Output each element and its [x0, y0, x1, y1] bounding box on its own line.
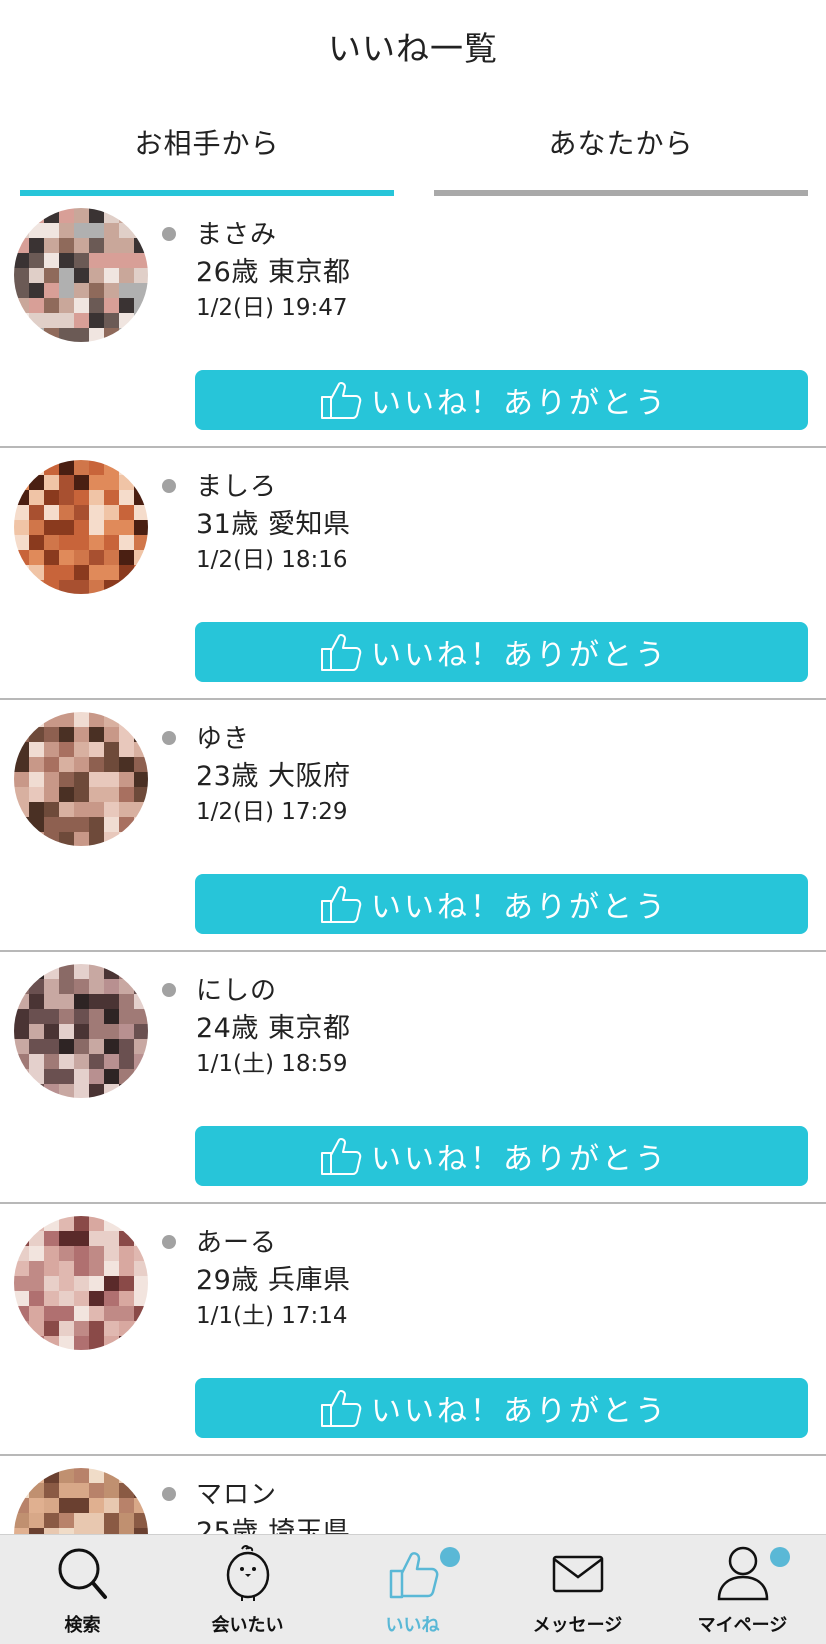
button-label: いいね！ありがとう — [371, 386, 668, 421]
tab-from-you[interactable]: あなたから — [434, 92, 808, 196]
chick-icon — [226, 1545, 269, 1601]
app-header: いいね一覧 — [0, 0, 826, 92]
nav-item-want-to-meet[interactable]: 会いたい — [165, 1535, 330, 1644]
nav-label: 検索 — [64, 1615, 101, 1636]
user-name: あーる — [196, 1228, 278, 1258]
thumbs-up-icon — [321, 886, 362, 923]
status-dot — [162, 479, 176, 493]
list-item[interactable]: ましろ 31歳 愛知県 1/2(日) 18:16 いいね！ありがとう — [0, 448, 826, 700]
list-item[interactable]: ゆき 23歳 大阪府 1/2(日) 17:29 いいね！ありがとう — [0, 700, 826, 952]
user-name: にしの — [196, 976, 278, 1006]
list-item[interactable]: あーる 29歳 兵庫県 1/1(土) 17:14 いいね！ありがとう — [0, 1204, 826, 1456]
thumbs-up-icon — [321, 1138, 362, 1175]
nav-item-messages[interactable]: メッセージ — [495, 1535, 660, 1644]
tab-label: お相手から — [134, 127, 280, 160]
bottom-nav: 検索 会いたい いいね メッセージ マイページ — [0, 1534, 826, 1644]
button-label: いいね！ありがとう — [371, 890, 668, 925]
avatar[interactable] — [14, 712, 148, 846]
nav-label: 会いたい — [211, 1615, 284, 1636]
thumbs-up-icon — [321, 634, 362, 671]
list-item[interactable]: にしの 24歳 東京都 1/1(土) 18:59 いいね！ありがとう — [0, 952, 826, 1204]
avatar[interactable] — [14, 460, 148, 594]
thanks-like-button[interactable]: いいね！ありがとう — [195, 622, 808, 682]
tab-label: あなたから — [548, 127, 694, 160]
avatar[interactable] — [14, 208, 148, 342]
button-label: いいね！ありがとう — [371, 638, 668, 673]
thanks-like-button[interactable]: いいね！ありがとう — [195, 1126, 808, 1186]
button-label: いいね！ありがとう — [371, 1142, 668, 1177]
status-dot — [162, 983, 176, 997]
thumbs-up-icon — [321, 382, 362, 419]
thumbs-up-icon — [389, 1552, 438, 1599]
notification-badge — [770, 1547, 790, 1567]
nav-item-likes[interactable]: いいね — [330, 1535, 495, 1644]
notification-badge — [440, 1547, 460, 1567]
user-name: まさみ — [196, 220, 278, 250]
nav-label: マイページ — [697, 1615, 788, 1636]
avatar[interactable] — [14, 964, 148, 1098]
age-location: 24歳 東京都 — [196, 1013, 351, 1044]
avatar[interactable] — [14, 1468, 148, 1534]
like-date: 1/2(日) 18:16 — [196, 547, 348, 573]
search-icon — [58, 1548, 107, 1599]
like-date: 1/1(土) 17:14 — [196, 1303, 348, 1329]
user-name: ましろ — [196, 472, 278, 502]
like-date: 1/2(日) 19:47 — [196, 295, 348, 321]
status-dot — [162, 1235, 176, 1249]
age-location: 25歳 埼玉県 — [196, 1517, 351, 1534]
thanks-like-button[interactable]: いいね！ありがとう — [195, 1378, 808, 1438]
tab-bar: お相手から あなたから — [0, 92, 826, 196]
status-dot — [162, 1487, 176, 1501]
status-dot — [162, 731, 176, 745]
tab-from-partner[interactable]: お相手から — [20, 92, 394, 196]
nav-label: メッセージ — [532, 1615, 623, 1636]
nav-item-mypage[interactable]: マイページ — [660, 1535, 825, 1644]
nav-item-search[interactable]: 検索 — [0, 1535, 165, 1644]
like-date: 1/1(土) 18:59 — [196, 1051, 348, 1077]
avatar[interactable] — [14, 1216, 148, 1350]
like-date: 1/2(日) 17:29 — [196, 799, 348, 825]
age-location: 26歳 東京都 — [196, 257, 351, 288]
status-dot — [162, 227, 176, 241]
user-name: マロン — [196, 1480, 278, 1510]
mail-icon — [552, 1555, 603, 1593]
thumbs-up-icon — [321, 1390, 362, 1427]
page-title: いいね一覧 — [328, 29, 498, 68]
thanks-like-button[interactable]: いいね！ありがとう — [195, 370, 808, 430]
user-name: ゆき — [196, 724, 251, 754]
thanks-like-button[interactable]: いいね！ありがとう — [195, 874, 808, 934]
nav-label: いいね — [385, 1615, 440, 1636]
list-item[interactable]: マロン 25歳 埼玉県 — [0, 1456, 826, 1534]
likes-list[interactable]: まさみ 26歳 東京都 1/2(日) 19:47 いいね！ありがとう ましろ 3… — [0, 196, 826, 1534]
list-item[interactable]: まさみ 26歳 東京都 1/2(日) 19:47 いいね！ありがとう — [0, 196, 826, 448]
age-location: 31歳 愛知県 — [196, 509, 351, 540]
user-icon — [717, 1546, 768, 1601]
button-label: いいね！ありがとう — [371, 1394, 668, 1429]
age-location: 29歳 兵庫県 — [196, 1265, 351, 1296]
age-location: 23歳 大阪府 — [196, 761, 351, 792]
